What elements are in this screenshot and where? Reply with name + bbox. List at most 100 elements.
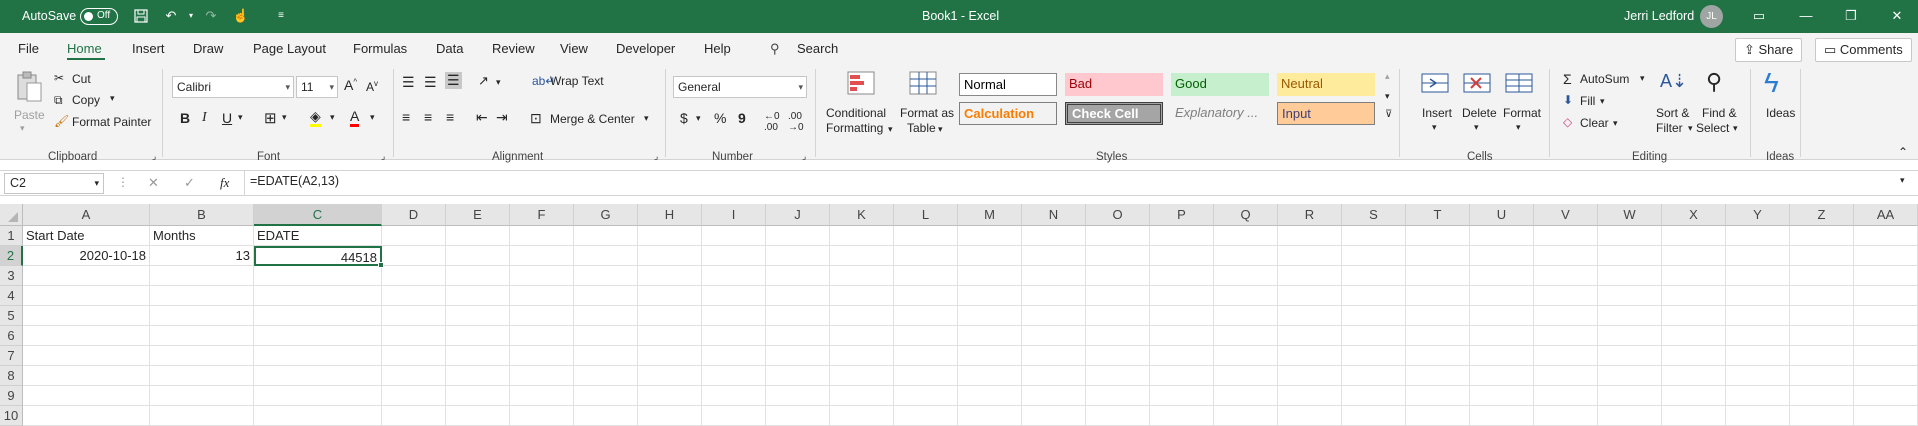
cell-s9[interactable] (1342, 386, 1406, 406)
fill-icon[interactable]: ⬇ (1563, 93, 1573, 107)
autosum-icon[interactable]: Σ (1563, 71, 1572, 87)
cell-f8[interactable] (510, 366, 574, 386)
cell-u4[interactable] (1470, 286, 1534, 306)
cell-k2[interactable] (830, 246, 894, 266)
styles-more-icon[interactable]: ⊽ (1385, 109, 1392, 120)
cell-s7[interactable] (1342, 346, 1406, 366)
redo-icon[interactable]: ↷ (200, 6, 222, 26)
cell-z7[interactable] (1790, 346, 1854, 366)
copy-dropdown-icon[interactable]: ▾ (110, 93, 115, 104)
cell-y10[interactable] (1726, 406, 1790, 426)
borders-dropdown-icon[interactable]: ▾ (282, 112, 287, 123)
cell-e10[interactable] (446, 406, 510, 426)
cell-p6[interactable] (1150, 326, 1214, 346)
column-header-r[interactable]: R (1278, 204, 1342, 226)
cell-r3[interactable] (1278, 266, 1342, 286)
decrease-decimal-icon[interactable]: .00 →0 (788, 111, 804, 133)
cell-t3[interactable] (1406, 266, 1470, 286)
cell-o7[interactable] (1086, 346, 1150, 366)
cell-q4[interactable] (1214, 286, 1278, 306)
cell-w9[interactable] (1598, 386, 1662, 406)
touch-mode-icon[interactable]: ☝ (230, 6, 252, 26)
cell-o2[interactable] (1086, 246, 1150, 266)
cell-s6[interactable] (1342, 326, 1406, 346)
copy-icon[interactable]: ⧉ (54, 93, 63, 108)
cell-j5[interactable] (766, 306, 830, 326)
insert-dropdown-icon[interactable]: ▾ (1432, 122, 1437, 133)
cell-j10[interactable] (766, 406, 830, 426)
cell-v10[interactable] (1534, 406, 1598, 426)
increase-decimal-icon[interactable]: ←0.00 (764, 111, 780, 133)
tab-page-layout[interactable]: Page Layout (253, 41, 326, 56)
cell-i10[interactable] (702, 406, 766, 426)
cell-x5[interactable] (1662, 306, 1726, 326)
cell-d5[interactable] (382, 306, 446, 326)
cell-y4[interactable] (1726, 286, 1790, 306)
orientation-dropdown-icon[interactable]: ▾ (496, 77, 501, 88)
cell-l10[interactable] (894, 406, 958, 426)
cell-t7[interactable] (1406, 346, 1470, 366)
cell-r9[interactable] (1278, 386, 1342, 406)
cell-x6[interactable] (1662, 326, 1726, 346)
cell-n6[interactable] (1022, 326, 1086, 346)
row-header-4[interactable]: 4 (0, 286, 23, 306)
cell-c4[interactable] (254, 286, 382, 306)
cell-t10[interactable] (1406, 406, 1470, 426)
cell-p3[interactable] (1150, 266, 1214, 286)
cell-g10[interactable] (574, 406, 638, 426)
cell-u9[interactable] (1470, 386, 1534, 406)
cell-y3[interactable] (1726, 266, 1790, 286)
column-header-g[interactable]: G (574, 204, 638, 226)
cell-o4[interactable] (1086, 286, 1150, 306)
clipboard-launcher-icon[interactable]: ⌟ (152, 151, 156, 162)
column-header-m[interactable]: M (958, 204, 1022, 226)
cell-s3[interactable] (1342, 266, 1406, 286)
conditional-formatting-label-2[interactable]: Formatting (826, 121, 883, 135)
cell-u8[interactable] (1470, 366, 1534, 386)
cell-n2[interactable] (1022, 246, 1086, 266)
tab-developer[interactable]: Developer (616, 41, 675, 56)
cut-button[interactable]: Cut (72, 72, 91, 86)
cell-q1[interactable] (1214, 226, 1278, 246)
cell-o9[interactable] (1086, 386, 1150, 406)
tab-data[interactable]: Data (436, 41, 463, 56)
fill-dropdown-icon[interactable]: ▾ (1600, 96, 1605, 107)
cell-j2[interactable] (766, 246, 830, 266)
collapse-ribbon-icon[interactable]: ⌃ (1898, 145, 1908, 159)
cell-a7[interactable] (23, 346, 150, 366)
cancel-icon[interactable]: ✕ (148, 175, 159, 191)
number-launcher-icon[interactable]: ⌟ (802, 151, 806, 162)
cell-p2[interactable] (1150, 246, 1214, 266)
increase-indent-icon[interactable]: ⇥ (496, 109, 508, 126)
row-header-5[interactable]: 5 (0, 306, 23, 326)
cell-z3[interactable] (1790, 266, 1854, 286)
row-header-7[interactable]: 7 (0, 346, 23, 366)
cell-y9[interactable] (1726, 386, 1790, 406)
paste-label[interactable]: Paste (14, 108, 45, 122)
cell-v5[interactable] (1534, 306, 1598, 326)
column-header-d[interactable]: D (382, 204, 446, 226)
cell-c10[interactable] (254, 406, 382, 426)
cell-j4[interactable] (766, 286, 830, 306)
style-input[interactable]: Input (1277, 102, 1375, 125)
conditional-formatting-icon[interactable] (846, 70, 880, 102)
cell-m2[interactable] (958, 246, 1022, 266)
cell-z2[interactable] (1790, 246, 1854, 266)
clear-icon[interactable]: ◇ (1563, 115, 1572, 129)
cell-n8[interactable] (1022, 366, 1086, 386)
cell-j9[interactable] (766, 386, 830, 406)
cell-v3[interactable] (1534, 266, 1598, 286)
cell-s8[interactable] (1342, 366, 1406, 386)
cell-u3[interactable] (1470, 266, 1534, 286)
cell-n1[interactable] (1022, 226, 1086, 246)
close-icon[interactable]: ✕ (1886, 6, 1908, 26)
cell-k5[interactable] (830, 306, 894, 326)
cell-y7[interactable] (1726, 346, 1790, 366)
cell-c7[interactable] (254, 346, 382, 366)
cell-g7[interactable] (574, 346, 638, 366)
fill-button[interactable]: Fill (1580, 94, 1595, 108)
cell-p10[interactable] (1150, 406, 1214, 426)
insert-cells-icon[interactable] (1420, 70, 1454, 102)
cell-h1[interactable] (638, 226, 702, 246)
cell-w5[interactable] (1598, 306, 1662, 326)
